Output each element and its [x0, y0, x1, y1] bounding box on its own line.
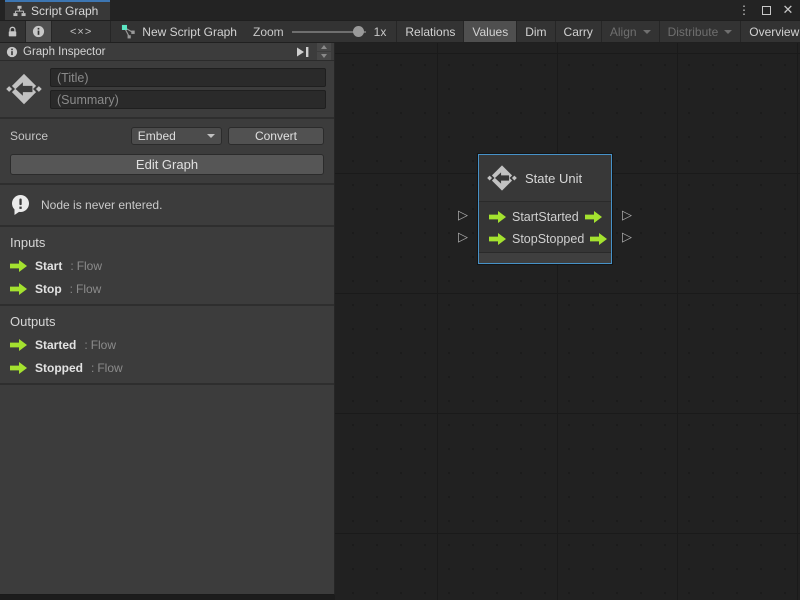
- convert-button[interactable]: Convert: [228, 127, 324, 145]
- source-label: Source: [10, 129, 131, 143]
- triangle-down-icon: [321, 54, 327, 58]
- window-menu-icon[interactable]: ⋮: [736, 2, 752, 18]
- warning-section: Node is never entered.: [0, 185, 334, 227]
- state-unit-icon: [487, 163, 517, 193]
- source-dropdown-value: Embed: [138, 129, 176, 143]
- info-icon: [32, 25, 45, 38]
- connector-triangle-icon[interactable]: ▷: [458, 209, 468, 222]
- input-port-start[interactable]: Start: [489, 210, 538, 224]
- connector-triangle-icon[interactable]: ▷: [622, 209, 632, 222]
- maximize-icon[interactable]: [758, 2, 774, 18]
- zoom-control: Zoom 1x: [247, 21, 396, 42]
- input-port-stop[interactable]: Stop: [489, 232, 538, 246]
- outputs-title: Outputs: [10, 314, 324, 329]
- close-icon[interactable]: ✕: [780, 2, 796, 18]
- graph-node-icon: [121, 24, 136, 39]
- connector-triangle-icon[interactable]: ▷: [458, 231, 468, 244]
- warning-text: Node is never entered.: [41, 198, 162, 212]
- port-list-item: Stop :Flow: [10, 282, 324, 296]
- source-section: Source Embed Convert Edit Graph: [0, 119, 334, 185]
- port-list-item: Started :Flow: [10, 338, 324, 352]
- dock-right-icon: [296, 46, 310, 58]
- state-unit-node-body: Start Started Stop Stopped: [479, 202, 611, 250]
- flow-arrow-icon: [585, 211, 602, 223]
- port-list-item: Start :Flow: [10, 259, 324, 273]
- warning-bubble-icon: [10, 194, 32, 216]
- new-script-graph-label: New Script Graph: [142, 25, 237, 39]
- code-view-button[interactable]: <×>: [52, 21, 111, 42]
- zoom-slider[interactable]: [292, 20, 366, 43]
- carry-button[interactable]: Carry: [556, 21, 602, 42]
- triangle-up-icon: [321, 45, 327, 49]
- node-port-row: Start Started: [479, 206, 611, 228]
- flow-arrow-icon: [10, 260, 27, 272]
- window-controls: ⋮ ✕: [736, 0, 796, 20]
- dock-panel-button[interactable]: [294, 45, 312, 59]
- graph-inspector-header: Graph Inspector: [0, 43, 334, 61]
- edit-graph-button[interactable]: Edit Graph: [10, 154, 324, 175]
- distribute-dropdown: Distribute: [660, 21, 742, 42]
- chevron-down-icon: [643, 30, 651, 34]
- window-titlebar: Script Graph ⋮ ✕: [0, 0, 800, 20]
- info-icon: [6, 46, 18, 58]
- state-unit-node[interactable]: State Unit Start Started Stop Sto: [478, 154, 612, 264]
- dim-button[interactable]: Dim: [517, 21, 555, 42]
- code-icon: <×>: [70, 26, 92, 38]
- toolbar-right-group: Relations Values Dim Carry Align Distrib…: [396, 21, 800, 42]
- flow-arrow-icon: [10, 362, 27, 374]
- output-port-stopped[interactable]: Stopped: [538, 232, 608, 246]
- node-port-row: Stop Stopped: [479, 228, 611, 250]
- align-dropdown: Align: [602, 21, 660, 42]
- graph-title-input[interactable]: [50, 68, 326, 87]
- zoom-label: Zoom: [253, 25, 284, 39]
- inspector-title: Graph Inspector: [23, 46, 105, 58]
- zoom-value: 1x: [374, 25, 387, 39]
- node-title: State Unit: [525, 171, 582, 186]
- port-list-item: Stopped :Flow: [10, 361, 324, 375]
- lock-button[interactable]: [0, 21, 26, 42]
- tab-script-graph[interactable]: Script Graph: [5, 0, 110, 20]
- state-unit-icon: [6, 71, 42, 107]
- state-unit-node-header[interactable]: State Unit: [479, 155, 611, 202]
- graph-identity-section: [0, 61, 334, 119]
- lock-icon: [6, 25, 19, 39]
- graph-inspector-panel: Graph Inspector Source Embed: [0, 43, 335, 595]
- inspector-toggle-button[interactable]: [26, 21, 52, 42]
- script-graph-hierarchy-icon: [13, 5, 26, 18]
- source-dropdown[interactable]: Embed: [131, 127, 222, 145]
- overview-button[interactable]: Overview: [741, 21, 800, 42]
- scroll-up-button[interactable]: [317, 43, 331, 51]
- output-port-started[interactable]: Started: [538, 210, 601, 224]
- outputs-section: Outputs Started :Flow Stopped :Flow: [0, 306, 334, 385]
- zoom-slider-thumb[interactable]: [353, 26, 364, 37]
- inputs-title: Inputs: [10, 235, 324, 250]
- values-button[interactable]: Values: [464, 21, 517, 42]
- graph-canvas[interactable]: State Unit Start Started Stop Sto: [335, 43, 800, 600]
- connector-triangle-icon[interactable]: ▷: [622, 231, 632, 244]
- node-footer: [479, 252, 611, 263]
- panel-scroll-buttons: [317, 43, 331, 60]
- flow-arrow-icon: [10, 339, 27, 351]
- flow-arrow-icon: [590, 233, 607, 245]
- chevron-down-icon: [724, 30, 732, 34]
- graph-toolbar: <×> New Script Graph Zoom 1x Relations V…: [0, 20, 800, 43]
- flow-arrow-icon: [10, 283, 27, 295]
- new-script-graph-button[interactable]: New Script Graph: [111, 21, 247, 42]
- scroll-down-button[interactable]: [317, 52, 331, 60]
- tab-title: Script Graph: [31, 4, 98, 18]
- graph-summary-input[interactable]: [50, 90, 326, 109]
- inputs-section: Inputs Start :Flow Stop :Flow: [0, 227, 334, 306]
- relations-button[interactable]: Relations: [397, 21, 464, 42]
- flow-arrow-icon: [489, 211, 506, 223]
- inspector-empty-area: [0, 385, 334, 594]
- flow-arrow-icon: [489, 233, 506, 245]
- chevron-down-icon: [207, 134, 215, 138]
